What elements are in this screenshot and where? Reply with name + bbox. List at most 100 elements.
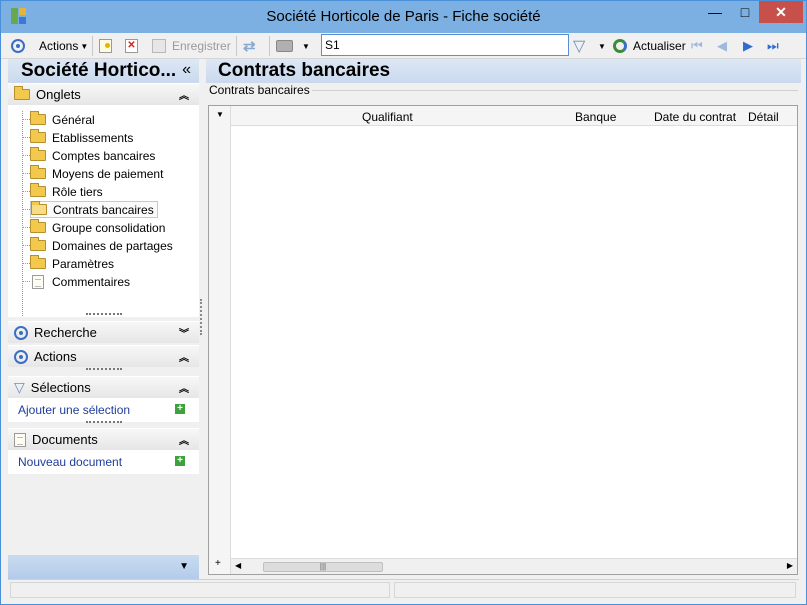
chevron-down-icon[interactable]: ▼ xyxy=(179,561,189,572)
new-document-plus-icon[interactable]: + xyxy=(175,456,185,466)
company-short-title: Société Hortico... xyxy=(21,60,177,81)
last-record-button[interactable]: ⏭ xyxy=(767,36,779,56)
tree-item[interactable]: Domaines de partages xyxy=(30,237,173,254)
tree-item-label: Etablissements xyxy=(52,130,134,145)
column-header-date[interactable]: Date du contrat xyxy=(654,110,736,124)
folder-icon xyxy=(30,129,46,143)
tree-item[interactable]: Contrats bancaires xyxy=(30,201,158,218)
row-selector-column[interactable]: ▼ + xyxy=(209,106,231,574)
tree-item[interactable]: Rôle tiers xyxy=(30,183,103,200)
tree-item[interactable]: Moyens de paiement xyxy=(30,165,163,182)
chevron-up-icon[interactable]: ︽ xyxy=(179,432,189,447)
next-record-icon: ▶ xyxy=(743,38,753,53)
chevron-down-icon: ▼ xyxy=(302,41,310,51)
application-window: Société Horticole de Paris - Fiche socié… xyxy=(0,0,807,605)
left-panel-footer[interactable]: ▼ xyxy=(8,555,199,579)
refresh-button[interactable]: Actualiser xyxy=(613,36,686,56)
printer-icon xyxy=(276,40,293,52)
search-input[interactable] xyxy=(321,34,569,56)
first-record-button[interactable]: ⏮ xyxy=(691,36,703,56)
delete-button[interactable]: ✕ xyxy=(125,36,138,56)
filter-button[interactable]: ▽ xyxy=(573,36,585,56)
scroll-left-icon[interactable]: ◀ xyxy=(235,561,241,570)
folder-icon xyxy=(30,165,46,179)
column-header-detail[interactable]: Détail xyxy=(748,110,779,124)
chevron-up-icon[interactable]: ︽ xyxy=(179,87,189,102)
contracts-grid: Qualifiant Banque Date du contrat Détail… xyxy=(208,105,798,575)
tree-item-label: Rôle tiers xyxy=(52,184,103,199)
filter-options-dropdown[interactable]: ▼ xyxy=(598,36,606,56)
section-selections[interactable]: ▽ Sélections ︽ xyxy=(8,376,199,398)
print-options-dropdown[interactable]: ▼ xyxy=(302,36,310,56)
tree-item[interactable]: Général xyxy=(30,111,95,128)
tree-item-label: Contrats bancaires xyxy=(53,202,154,217)
column-header-banque[interactable]: Banque xyxy=(575,110,616,124)
actions-ring-icon[interactable] xyxy=(11,36,25,56)
delete-icon: ✕ xyxy=(125,39,138,53)
maximize-button[interactable]: □ xyxy=(730,1,760,23)
filter-icon: ▽ xyxy=(14,379,25,395)
left-navigation-panel: Société Hortico... « Onglets ︽ Général Et… xyxy=(8,59,199,579)
folder-icon xyxy=(30,183,46,197)
folder-icon xyxy=(14,86,30,100)
print-button[interactable] xyxy=(276,36,293,56)
tree-item[interactable]: Commentaires xyxy=(30,273,130,290)
splitter-grip[interactable] xyxy=(86,313,122,316)
chevron-up-icon[interactable]: ︽ xyxy=(179,349,189,364)
folder-icon xyxy=(30,147,46,161)
tree-item[interactable]: Groupe consolidation xyxy=(30,219,165,236)
vertical-splitter[interactable] xyxy=(200,299,203,335)
first-record-icon: ⏮ xyxy=(691,38,703,53)
new-document-row: Nouveau document + xyxy=(8,450,199,474)
splitter-grip[interactable] xyxy=(86,368,122,371)
chevron-up-icon[interactable]: ︽ xyxy=(179,380,189,395)
folder-icon xyxy=(30,237,46,251)
section-documents[interactable]: Documents ︽ xyxy=(8,428,199,450)
save-button[interactable]: Enregistrer xyxy=(152,36,231,56)
tree-item-label: Moyens de paiement xyxy=(52,166,164,181)
close-button[interactable]: ✕ xyxy=(759,1,803,23)
tree-item-label: Groupe consolidation xyxy=(52,220,166,235)
section-onglets[interactable]: Onglets ︽ xyxy=(8,83,199,105)
tree-item[interactable]: Paramètres xyxy=(30,255,114,272)
horizontal-scrollbar[interactable]: ◀ ||| ▶ xyxy=(231,558,797,574)
actions-menu-button[interactable]: Actions ▼ xyxy=(39,36,88,56)
column-chooser-icon[interactable]: ▼ xyxy=(216,110,224,119)
new-document-link[interactable]: Nouveau document xyxy=(18,455,122,469)
tree-item[interactable]: Etablissements xyxy=(30,129,133,146)
folder-icon xyxy=(30,111,46,125)
add-selection-plus-icon[interactable]: + xyxy=(175,404,185,414)
collapse-panel-button[interactable]: « xyxy=(182,61,191,79)
status-bar xyxy=(8,579,799,599)
group-divider xyxy=(305,90,798,91)
tree-item-label: Paramètres xyxy=(52,256,115,271)
expand-plus-icon[interactable]: + xyxy=(215,558,221,569)
scrollbar-thumb[interactable]: ||| xyxy=(263,562,383,572)
group-label: Contrats bancaires xyxy=(209,83,312,97)
tree-item-label: Général xyxy=(52,112,95,127)
add-selection-row: Ajouter une sélection + xyxy=(8,398,199,422)
section-actions[interactable]: Actions ︽ xyxy=(8,345,199,367)
tree-item-label: Domaines de partages xyxy=(52,238,173,253)
scroll-right-icon[interactable]: ▶ xyxy=(787,561,793,570)
window-title: Société Horticole de Paris - Fiche socié… xyxy=(266,8,541,25)
sync-icon: ⇄ xyxy=(243,38,256,55)
title-bar[interactable]: Société Horticole de Paris - Fiche socié… xyxy=(1,1,806,33)
add-selection-link[interactable]: Ajouter une sélection xyxy=(18,403,130,417)
previous-record-button[interactable]: ◀ xyxy=(717,36,727,56)
tree-item[interactable]: Comptes bancaires xyxy=(30,147,155,164)
column-header-qualifiant[interactable]: Qualifiant xyxy=(362,110,413,124)
new-document-icon xyxy=(99,39,112,53)
splitter-grip[interactable] xyxy=(86,421,122,424)
minimize-button[interactable]: — xyxy=(700,1,730,23)
new-record-button[interactable] xyxy=(99,36,112,56)
folder-icon xyxy=(30,219,46,233)
next-record-button[interactable]: ▶ xyxy=(743,36,753,56)
filter-icon: ▽ xyxy=(573,38,586,55)
section-recherche[interactable]: Recherche ︾ xyxy=(8,321,199,343)
chevron-down-icon[interactable]: ︾ xyxy=(179,325,189,340)
toolbar: Actions ▼ ✕ Enregistrer ⇄ ▼ ▽ xyxy=(1,33,806,59)
previous-record-icon: ◀ xyxy=(717,38,727,53)
sync-button[interactable]: ⇄ xyxy=(243,36,256,56)
status-cell xyxy=(394,582,796,598)
